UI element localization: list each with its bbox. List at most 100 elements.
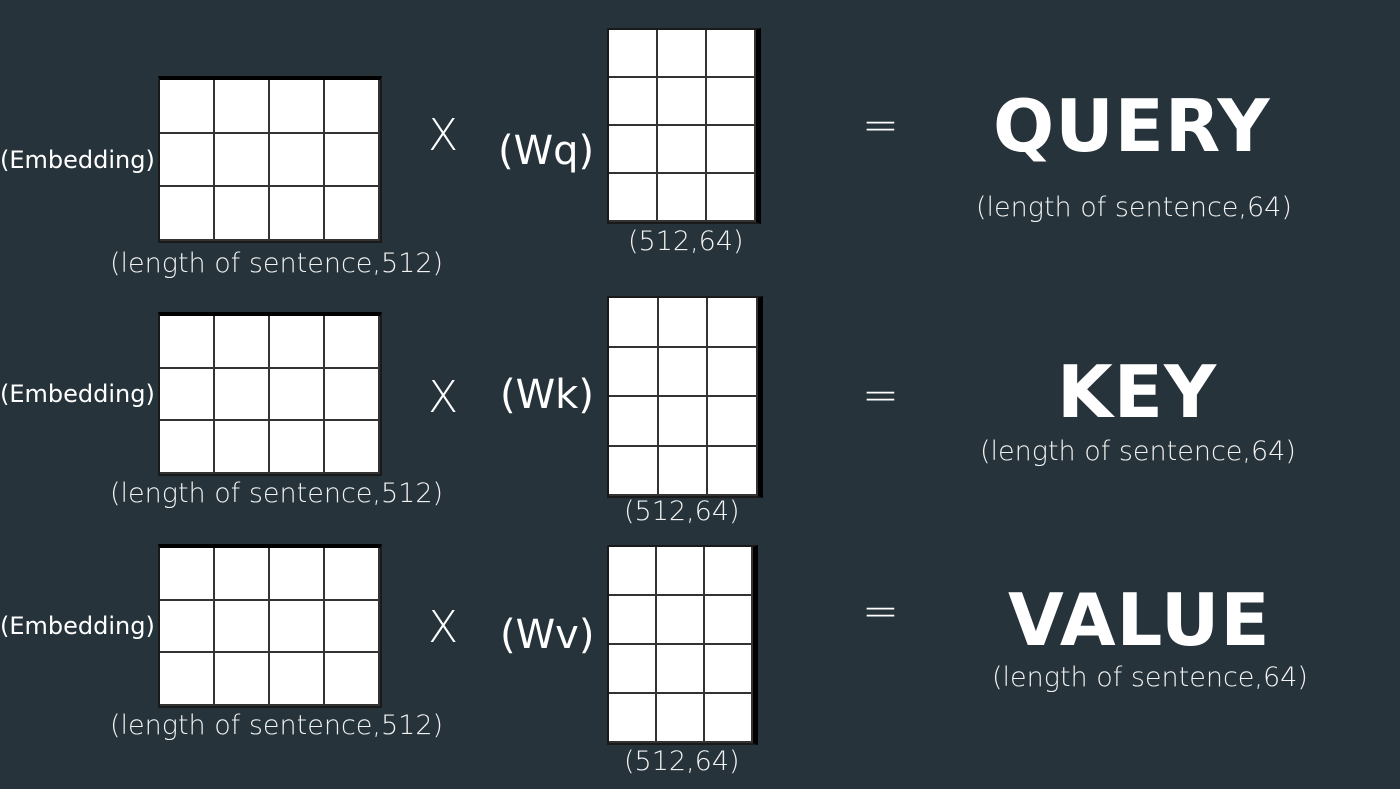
result-dims: (length of sentence,64) bbox=[992, 662, 1308, 693]
weight-dims: (512,64) bbox=[624, 496, 740, 527]
matrix-cell bbox=[215, 368, 270, 422]
matrix-cell bbox=[658, 78, 707, 126]
matrix-cell bbox=[160, 653, 215, 706]
matrix-cell bbox=[160, 80, 215, 134]
matrix-cell bbox=[658, 347, 709, 397]
matrix-cell bbox=[708, 298, 758, 348]
matrix-cell bbox=[325, 653, 380, 706]
matrix-cell bbox=[160, 421, 215, 474]
matrix-cell bbox=[325, 600, 380, 654]
matrix-cell bbox=[270, 600, 325, 654]
matrix-cell bbox=[215, 316, 270, 369]
matrix-cell bbox=[657, 596, 705, 645]
matrix-cell bbox=[609, 645, 657, 694]
multiply-symbol: X bbox=[428, 602, 459, 653]
matrix-cell bbox=[215, 421, 270, 474]
matrix-cell bbox=[160, 600, 215, 654]
matrix-cell bbox=[325, 421, 380, 474]
matrix-cell bbox=[708, 347, 758, 397]
matrix-cell bbox=[609, 126, 658, 174]
matrix-cell bbox=[705, 694, 753, 743]
matrix-cell bbox=[609, 596, 657, 645]
matrix-cell bbox=[215, 187, 270, 241]
embedding-matrix bbox=[158, 544, 382, 708]
result-title-key: KEY bbox=[1057, 350, 1218, 434]
matrix-cell bbox=[658, 174, 707, 222]
result-title-query: QUERY bbox=[993, 84, 1271, 168]
matrix-cell bbox=[215, 548, 270, 601]
matrix-cell bbox=[325, 368, 380, 422]
matrix-cell bbox=[707, 30, 756, 78]
matrix-cell bbox=[609, 347, 659, 397]
embedding-label: (Embedding) bbox=[0, 146, 155, 174]
matrix-cell bbox=[708, 446, 758, 496]
matrix-cell bbox=[325, 316, 380, 369]
matrix-cell bbox=[609, 30, 658, 78]
matrix-cell bbox=[270, 548, 325, 601]
weight-label-wv: (Wv) bbox=[500, 612, 595, 658]
matrix-cell bbox=[705, 645, 753, 694]
matrix-cell bbox=[270, 368, 325, 422]
matrix-cell bbox=[707, 126, 756, 174]
matrix-cell bbox=[658, 446, 709, 496]
matrix-cell bbox=[705, 547, 753, 596]
matrix-cell bbox=[657, 694, 705, 743]
equals-symbol: = bbox=[862, 370, 899, 421]
matrix-cell bbox=[707, 78, 756, 126]
matrix-cell bbox=[705, 596, 753, 645]
matrix-cell bbox=[270, 316, 325, 369]
matrix-cell bbox=[160, 316, 215, 369]
matrix-cell bbox=[609, 397, 659, 447]
matrix-cell bbox=[609, 78, 658, 126]
matrix-cell bbox=[658, 298, 709, 348]
matrix-cell bbox=[215, 133, 270, 188]
equals-symbol: = bbox=[862, 586, 899, 637]
embedding-matrix bbox=[158, 312, 382, 476]
matrix-cell bbox=[658, 126, 707, 174]
result-dims: (length of sentence,64) bbox=[980, 436, 1296, 467]
embedding-matrix bbox=[158, 76, 382, 243]
matrix-cell bbox=[270, 80, 325, 134]
embedding-label: (Embedding) bbox=[0, 380, 155, 408]
matrix-cell bbox=[215, 600, 270, 654]
matrix-cell bbox=[708, 397, 758, 447]
matrix-cell bbox=[325, 133, 380, 188]
weight-matrix-wk bbox=[607, 296, 763, 498]
matrix-cell bbox=[325, 548, 380, 601]
multiply-symbol: X bbox=[428, 110, 459, 161]
matrix-cell bbox=[270, 133, 325, 188]
matrix-cell bbox=[609, 694, 657, 743]
matrix-cell bbox=[160, 133, 215, 188]
result-dims: (length of sentence,64) bbox=[976, 192, 1292, 223]
weight-dims: (512,64) bbox=[628, 226, 744, 257]
matrix-cell bbox=[658, 30, 707, 78]
matrix-cell bbox=[658, 397, 709, 447]
result-title-value: VALUE bbox=[1008, 578, 1271, 662]
embedding-dims: (length of sentence,512) bbox=[110, 710, 444, 741]
matrix-cell bbox=[160, 368, 215, 422]
matrix-cell bbox=[215, 80, 270, 134]
matrix-cell bbox=[657, 547, 705, 596]
matrix-cell bbox=[707, 174, 756, 222]
matrix-cell bbox=[657, 645, 705, 694]
multiply-symbol: X bbox=[428, 372, 459, 423]
matrix-cell bbox=[609, 547, 657, 596]
embedding-label: (Embedding) bbox=[0, 612, 155, 640]
matrix-cell bbox=[160, 548, 215, 601]
weight-dims: (512,64) bbox=[624, 746, 740, 777]
embedding-dims: (length of sentence,512) bbox=[110, 248, 444, 279]
matrix-cell bbox=[325, 80, 380, 134]
equals-symbol: = bbox=[862, 100, 899, 151]
matrix-cell bbox=[609, 174, 658, 222]
weight-label-wq: (Wq) bbox=[498, 128, 595, 174]
matrix-cell bbox=[270, 653, 325, 706]
matrix-cell bbox=[609, 298, 659, 348]
weight-matrix-wv bbox=[607, 545, 758, 745]
matrix-cell bbox=[325, 187, 380, 241]
embedding-dims: (length of sentence,512) bbox=[110, 478, 444, 509]
weight-matrix-wq bbox=[607, 28, 761, 224]
matrix-cell bbox=[160, 187, 215, 241]
matrix-cell bbox=[270, 187, 325, 241]
matrix-cell bbox=[270, 421, 325, 474]
weight-label-wk: (Wk) bbox=[500, 372, 594, 418]
